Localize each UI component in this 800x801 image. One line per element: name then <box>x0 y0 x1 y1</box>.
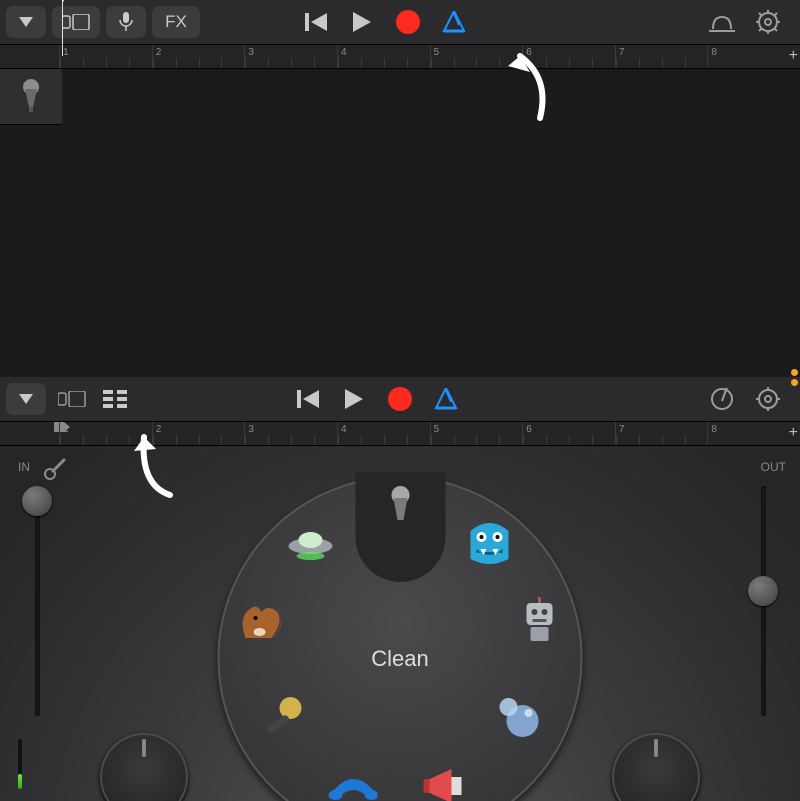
squirrel-icon <box>238 598 284 644</box>
track-view-button[interactable] <box>52 6 100 38</box>
robot-icon <box>519 597 561 645</box>
track-header-voice[interactable] <box>0 69 62 125</box>
metronome-button[interactable] <box>434 6 474 38</box>
microphone-preset-icon <box>386 486 414 528</box>
play-icon <box>353 12 371 32</box>
track-view-button-2[interactable] <box>52 383 92 415</box>
ufo-icon <box>287 526 335 560</box>
bar-number: 2 <box>156 424 162 435</box>
metronome-icon <box>434 388 458 410</box>
disclosure-button-2[interactable] <box>6 383 46 415</box>
preset-name-label: Clean <box>371 646 428 672</box>
add-bars-icon[interactable]: + <box>789 47 798 65</box>
play-button[interactable] <box>342 6 382 38</box>
add-bars-icon[interactable]: + <box>789 424 798 442</box>
track-blocks-icon <box>62 14 90 30</box>
preset-telephone[interactable] <box>328 761 378 801</box>
wheel-pointer <box>355 472 445 582</box>
tuner-icon <box>711 388 733 410</box>
disclosure-button[interactable] <box>6 6 46 38</box>
bar-number: 7 <box>619 47 625 58</box>
bar-number: 2 <box>156 47 162 58</box>
track-blocks-icon <box>58 391 86 407</box>
preset-monster[interactable] <box>465 518 515 568</box>
telephone-icon <box>328 769 378 801</box>
bar-number: 8 <box>711 47 717 58</box>
settings-button-2[interactable] <box>748 383 788 415</box>
loop-icon <box>709 11 735 33</box>
bar-number: 7 <box>619 424 625 435</box>
bar-number: 4 <box>341 47 347 58</box>
timeline-ruler-bottom[interactable]: 1 2 3 4 5 6 7 8 + <box>0 422 800 446</box>
input-label: IN <box>18 460 30 474</box>
bar-number: 1 <box>63 424 69 435</box>
preset-megaphone[interactable] <box>423 761 473 801</box>
settings-button[interactable] <box>748 6 788 38</box>
metronome-button-2[interactable] <box>426 383 466 415</box>
megaphone-icon <box>424 765 472 801</box>
rewind-button[interactable] <box>296 6 336 38</box>
record-icon <box>387 386 413 412</box>
notification-dot-icon <box>791 369 798 376</box>
notification-dot-icon <box>791 379 798 386</box>
preset-robot[interactable] <box>515 596 565 646</box>
gold-microphone-icon <box>261 694 305 738</box>
bar-number: 5 <box>434 424 440 435</box>
play-button-2[interactable] <box>334 383 374 415</box>
skip-back-icon <box>297 390 319 408</box>
monster-icon <box>467 521 513 565</box>
mic-input-button[interactable] <box>106 6 146 38</box>
triangle-down-icon <box>19 17 33 27</box>
voice-preset-wheel[interactable]: Clean <box>218 476 583 801</box>
tracks-area <box>0 69 800 329</box>
grid-icon <box>103 390 127 408</box>
input-level-meter <box>18 739 22 789</box>
bar-number: 6 <box>526 424 532 435</box>
output-label: OUT <box>761 460 786 474</box>
gear-icon <box>756 387 780 411</box>
top-toolbar: FX <box>0 0 800 45</box>
pitch-knob[interactable] <box>100 733 188 801</box>
bar-number: 5 <box>434 47 440 58</box>
tuner-button[interactable] <box>702 383 742 415</box>
fx-button[interactable]: FX <box>152 6 200 38</box>
presets-grid-button[interactable] <box>98 383 132 415</box>
bar-number: 3 <box>248 424 254 435</box>
record-button-2[interactable] <box>380 383 420 415</box>
play-icon <box>345 389 363 409</box>
bubbles-icon <box>495 693 541 739</box>
bar-number: 4 <box>341 424 347 435</box>
microphone-icon <box>119 12 133 32</box>
record-button[interactable] <box>388 6 428 38</box>
bar-number: 6 <box>526 47 532 58</box>
input-gain-slider[interactable] <box>18 486 56 716</box>
timeline-ruler-top[interactable]: 1 2 3 4 5 6 7 8 + <box>0 45 800 69</box>
vocal-mic-icon <box>19 79 43 115</box>
metronome-icon <box>442 11 466 33</box>
rewind-button-2[interactable] <box>288 383 328 415</box>
voice-instrument-panel: IN OUT Clean <box>0 446 800 801</box>
playhead[interactable] <box>62 0 63 56</box>
preset-bubbles[interactable] <box>493 691 543 741</box>
bottom-toolbar <box>0 377 800 422</box>
arrangement-canvas[interactable] <box>62 69 800 329</box>
bar-number: 3 <box>248 47 254 58</box>
preset-ufo[interactable] <box>286 518 336 568</box>
bar-number: 1 <box>63 47 69 58</box>
output-gain-slider[interactable] <box>744 486 782 716</box>
preset-squirrel[interactable] <box>236 596 286 646</box>
triangle-down-icon <box>19 394 33 404</box>
bar-number: 8 <box>711 424 717 435</box>
input-jack-icon[interactable] <box>42 456 68 482</box>
preset-goldmic[interactable] <box>258 691 308 741</box>
gear-icon <box>756 10 780 34</box>
tone-knob[interactable] <box>612 733 700 801</box>
loop-button[interactable] <box>702 6 742 38</box>
record-icon <box>395 9 421 35</box>
skip-back-icon <box>305 13 327 31</box>
